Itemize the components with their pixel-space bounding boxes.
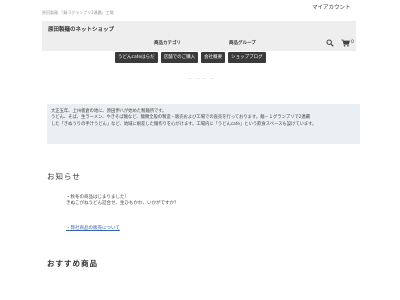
main-nav-buttons: うどんcafeはらだ 店舗でのご購入 会社概要 ショップブログ xyxy=(115,52,266,63)
cart-icon[interactable] xyxy=(341,39,350,47)
shop-name[interactable]: 原田製麺のネットショップ xyxy=(48,25,114,33)
nav-button-store-purchase[interactable]: 店舗でのご購入 xyxy=(160,52,199,63)
intro-line-3: した「きぬうりの手汁うどん」など、地域に根差した麺作りを心がけます。工場内に「う… xyxy=(51,121,317,127)
divider: — — — — xyxy=(188,76,215,81)
nav-button-shop-blog[interactable]: ショップブログ xyxy=(228,52,266,63)
nav-product-group[interactable]: 商品グループ xyxy=(229,40,256,46)
news-line-2: きぬこがねうどん詰合せ、生ひもかわ、いかがですか？ xyxy=(66,201,179,206)
search-icon[interactable] xyxy=(326,39,334,47)
nav-button-company[interactable]: 会社概要 xyxy=(201,52,226,63)
news-heading: お知らせ xyxy=(47,172,81,181)
nav-product-category[interactable]: 商品カテゴリ xyxy=(154,40,181,46)
nav-button-udon-cafe[interactable]: うどんcafeはらだ xyxy=(115,52,158,63)
recommended-heading: おすすめ商品 xyxy=(47,259,98,268)
top-bar: 原田製麺 「麺-1グランプリ2連覇」工場 マイアカウント xyxy=(0,0,400,22)
news-link-sales[interactable]: ・弊社商品の販売について xyxy=(66,225,120,231)
my-account-link[interactable]: マイアカウント xyxy=(312,3,351,11)
cart-count: 0 xyxy=(351,40,354,45)
intro-box: 大正五年、上州板倉の地に、原田伊八が始めた製麺所です。 うどん、そば、生ラーメン… xyxy=(47,104,360,144)
shop-header: 原田製麺のネットショップ 商品カテゴリ 商品グループ 0 xyxy=(42,21,356,51)
news-body: ・秋冬の商品はじまりました！ きぬこがねうどん詰合せ、生ひもかわ、いかがですか？… xyxy=(66,195,179,231)
site-tagline: 原田製麺 「麺-1グランプリ2連覇」工場 xyxy=(42,10,114,15)
